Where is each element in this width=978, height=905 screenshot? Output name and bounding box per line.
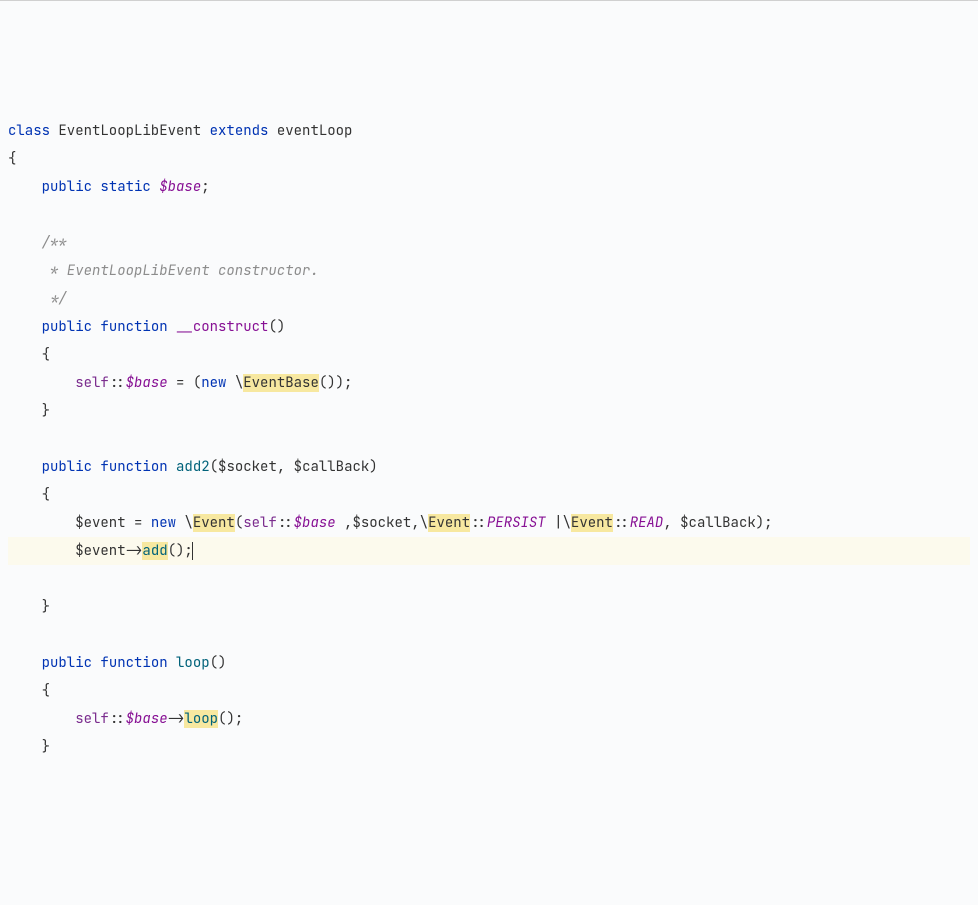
keyword-class: class: [8, 122, 50, 140]
code-editor[interactable]: class EventLoopLibEvent extends eventLoo…: [0, 113, 978, 765]
param-socket: $socket: [352, 514, 411, 532]
code-line: /**: [8, 234, 67, 252]
code-line: class EventLoopLibEvent extends eventLoo…: [8, 122, 352, 140]
brace: {: [8, 150, 16, 168]
cursor: [192, 542, 193, 560]
keyword-extends: extends: [210, 122, 269, 140]
close: ();: [168, 542, 193, 560]
close: ();: [218, 710, 243, 728]
current-line: $event->add();: [8, 537, 970, 565]
keyword-function: function: [100, 458, 167, 476]
method-loop-call: loop: [184, 710, 218, 728]
class-name: EventLoopLibEvent: [58, 122, 201, 140]
keyword-static: static: [100, 178, 150, 196]
keyword-public: public: [42, 654, 92, 672]
keyword-self: self: [75, 374, 109, 392]
code-line: self::$base = (new \EventBase());: [8, 374, 352, 392]
method-loop: loop: [176, 654, 210, 672]
eq: = (: [168, 374, 202, 392]
code-line: public function __construct(): [8, 318, 285, 336]
code-line: public function add2($socket, $callBack): [8, 458, 378, 476]
parens: (): [268, 318, 285, 336]
semicolon: ;: [201, 178, 209, 196]
const-persist: PERSIST: [487, 514, 546, 532]
variable-event: $event: [75, 542, 125, 560]
comma: ,: [336, 514, 353, 532]
code-line: $event = new \Event(self::$base ,$socket…: [8, 514, 773, 532]
close: );: [756, 514, 773, 532]
code-line: public static $base;: [8, 178, 210, 196]
param-callback: $callBack: [680, 514, 756, 532]
keyword-function: function: [100, 318, 167, 336]
keyword-function: function: [100, 654, 167, 672]
comment: */: [42, 290, 67, 308]
class-event: Event: [428, 514, 470, 532]
close: ());: [319, 374, 353, 392]
const-read: READ: [630, 514, 664, 532]
keyword-public: public: [42, 178, 92, 196]
class-event: Event: [193, 514, 235, 532]
code-line: }: [8, 598, 50, 616]
keyword-public: public: [42, 458, 92, 476]
close-paren: ): [369, 458, 377, 476]
scope-op: ::: [109, 710, 126, 728]
pipe: |\: [546, 514, 571, 532]
code-line: public function loop(): [8, 654, 226, 672]
code-line: * EventLoopLibEvent constructor.: [8, 262, 319, 280]
class-eventbase: EventBase: [243, 374, 319, 392]
backslash: \: [226, 374, 243, 392]
keyword-new: new: [201, 374, 226, 392]
code-line: }: [8, 738, 50, 756]
scope-op: ::: [277, 514, 294, 532]
param-socket: $socket: [218, 458, 277, 476]
code-line: self::$base->loop();: [8, 710, 243, 728]
variable-base: $base: [294, 514, 336, 532]
method-construct: __construct: [176, 318, 268, 336]
arrow-op: ->: [126, 542, 143, 560]
param-callback: $callBack: [294, 458, 370, 476]
parens: (): [210, 654, 227, 672]
code-line: {: [8, 150, 16, 168]
variable-base: $base: [159, 178, 201, 196]
variable-base: $base: [126, 374, 168, 392]
eq: =: [126, 514, 151, 532]
open-paren: (: [235, 514, 243, 532]
arrow-op: ->: [168, 710, 185, 728]
scope-op: ::: [613, 514, 630, 532]
variable-base: $base: [126, 710, 168, 728]
code-line: {: [8, 486, 50, 504]
variable-event: $event: [75, 514, 125, 532]
backslash: \: [176, 514, 193, 532]
code-line: }: [8, 402, 50, 420]
keyword-self: self: [75, 710, 109, 728]
comment: /**: [42, 234, 67, 252]
extends-name: eventLoop: [277, 122, 353, 140]
scope-op: ::: [470, 514, 487, 532]
keyword-public: public: [42, 318, 92, 336]
code-line: {: [8, 682, 50, 700]
open-paren: (: [210, 458, 218, 476]
comma: ,: [277, 458, 294, 476]
code-line: */: [8, 290, 67, 308]
comment: * EventLoopLibEvent constructor.: [42, 262, 319, 280]
code-line: {: [8, 346, 50, 364]
method-add2: add2: [176, 458, 210, 476]
comma: ,\: [411, 514, 428, 532]
scope-op: ::: [109, 374, 126, 392]
keyword-new: new: [151, 514, 176, 532]
method-add: add: [142, 542, 167, 560]
comma: ,: [663, 514, 680, 532]
class-event: Event: [571, 514, 613, 532]
keyword-self: self: [243, 514, 277, 532]
